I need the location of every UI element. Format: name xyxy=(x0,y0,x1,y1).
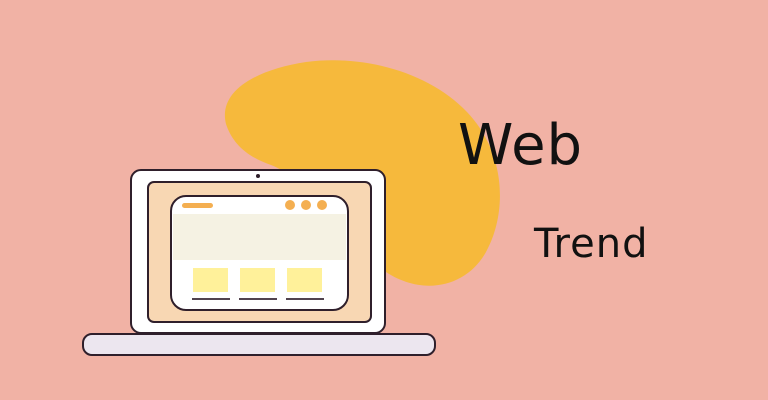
illustration-page: { "title": { "line1": "Web", "line2": "T… xyxy=(0,0,768,400)
browser-content-band xyxy=(173,214,346,260)
background-illustration xyxy=(0,0,768,400)
hero-title-web: Web xyxy=(458,113,584,178)
browser-card-line-1 xyxy=(192,298,230,300)
browser-card-line-3 xyxy=(286,298,324,300)
laptop-icon xyxy=(82,169,436,356)
browser-address-bar xyxy=(182,203,213,208)
window-dots-icon xyxy=(285,200,327,210)
browser-dot-1 xyxy=(285,200,295,210)
browser-dot-2 xyxy=(301,200,311,210)
browser-card-2 xyxy=(240,268,275,292)
browser-dot-3 xyxy=(317,200,327,210)
browser-card-3 xyxy=(287,268,322,292)
browser-card-line-2 xyxy=(239,298,277,300)
laptop-base xyxy=(82,333,436,356)
laptop-camera xyxy=(256,174,260,178)
hero-title-trend: Trend xyxy=(534,221,649,267)
browser-card-1 xyxy=(193,268,228,292)
